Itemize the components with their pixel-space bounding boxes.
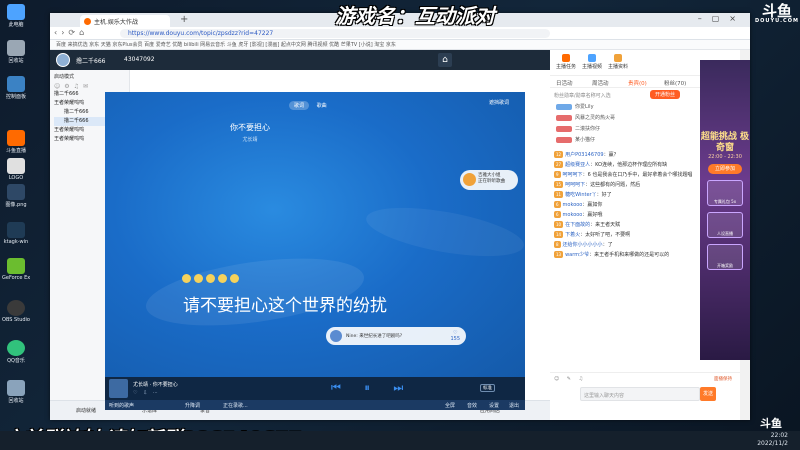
song-title: 你不要担心 <box>230 123 270 132</box>
promo-join-button[interactable]: 立即参加 <box>708 164 742 174</box>
like-button[interactable]: ♡ 155 <box>450 330 460 342</box>
settings-button[interactable]: 设置 <box>489 402 499 409</box>
promo-title: 超能挑战 极奇窗 <box>700 132 750 153</box>
header-item[interactable]: 主播视频 <box>582 54 602 70</box>
desktop-icon-image[interactable]: 图像.png <box>2 184 30 214</box>
current-lyric: 请不要担心这个世界的纷扰 <box>183 296 387 316</box>
comment-text: 来世纪长进了吧剧吗? <box>359 334 403 339</box>
open-fan-button[interactable]: 开通粉丝 <box>649 90 680 99</box>
quality-button[interactable]: 标准 <box>480 384 495 392</box>
desktop-icon-ktagk[interactable]: ktagk-win <box>2 222 30 252</box>
avatar[interactable] <box>56 53 70 67</box>
show-lyrics-toggle[interactable]: 听到的歌声 <box>109 402 134 409</box>
player-control-bar: 尤长靖 · 你不要担心 ♡ ⇩ ⋯ ⏮ ⏸ ⏭ 标准 <box>105 377 525 400</box>
fan-badge-icon <box>556 136 572 143</box>
desktop: 此电脑 回收站 控制面板 斗鱼直播 LOGO 图像.png ktagk-win … <box>0 0 800 450</box>
tab-vip[interactable]: 贵宾(0) <box>628 79 647 87</box>
tab-fans[interactable]: 粉丝(70) <box>664 79 686 87</box>
home-icon[interactable]: ⌂ <box>438 53 452 67</box>
countdown-dots <box>182 274 242 285</box>
promo-item[interactable]: 人设直播 <box>707 212 743 238</box>
fan-badge-icon <box>556 125 572 132</box>
desktop-icon-qq-music[interactable]: QQ音乐 <box>2 340 30 370</box>
chat-input-area: ☺ ✎ ♫ 面播保持 这里输入聊天内容 发送 <box>550 372 740 420</box>
url-input[interactable]: https://www.douyu.com/topic/zpsdzz?rid=4… <box>120 29 550 38</box>
browser-window: 主机.娱乐大作战 + –▢× ‹›⟳⌂ https://www.douyu.co… <box>50 13 750 420</box>
effects-button[interactable]: 音效 <box>467 402 477 409</box>
browser-tab-title: 主机.娱乐大作战 <box>94 19 138 26</box>
nav-buttons-icon[interactable]: ‹›⟳⌂ <box>54 28 88 37</box>
fan-badge-icon <box>556 114 572 121</box>
exit-button[interactable]: 退出 <box>509 402 519 409</box>
header-item[interactable]: 主播任务 <box>556 54 576 70</box>
douyu-page: 撸二千666 43047092 ⌂ 启动模式 ☺⚙♫✉ 撸二千666 王者荣耀呜… <box>50 50 750 420</box>
now-playing: 尤长靖 · 你不要担心 <box>133 382 178 388</box>
douyu-watermark: 斗鱼 <box>760 417 782 430</box>
game-title-overlay: 游戏名：互动派对 <box>335 4 495 28</box>
playback-controls[interactable]: ⏮ ⏸ ⏭ <box>331 381 413 395</box>
comment-user: Nine <box>346 334 357 339</box>
tab-weekly[interactable]: 周活动 <box>592 79 609 87</box>
fan-badge-icon <box>556 103 572 110</box>
chat-input[interactable]: 这里输入聊天内容 <box>580 387 700 401</box>
fullscreen-button[interactable]: 全屏 <box>445 402 455 409</box>
mode-label: 启动模式 <box>54 74 75 80</box>
tab-songs[interactable]: 歌曲 <box>312 101 332 110</box>
ready-status: 启动就绪 <box>76 408 97 414</box>
chat-tools-icon[interactable]: ☺ ✎ ♫ <box>550 373 740 385</box>
taskbar: 22:02 2022/11/2 <box>0 431 800 450</box>
avatar <box>330 330 342 342</box>
sidebar-tools-icon[interactable]: ☺⚙♫✉ <box>50 83 129 90</box>
desktop-icon-douyu[interactable]: 斗鱼直播 <box>2 130 30 160</box>
tab-lyrics[interactable]: 歌词 <box>289 101 310 110</box>
new-tab-icon[interactable]: + <box>180 14 188 25</box>
client-header: 撸二千666 43047092 ⌂ <box>50 50 550 70</box>
promo-time: 22:00 - 22:30 <box>708 154 742 160</box>
promo-item[interactable]: 开箱奖励 <box>707 244 743 270</box>
desktop-icon-recycle-bin-2[interactable]: 回收站 <box>2 380 30 410</box>
bookmarks-bar[interactable]: 百度 来搞优选 京东 天猫 京东Plus会员 百度 爱奇艺 优酷 bilibil… <box>50 40 750 50</box>
player-options-bar: 听到的歌声 升降调 正在录歌... 全屏 音效 设置 退出 <box>105 400 525 410</box>
game-promo-banner[interactable]: 超能挑战 极奇窗 22:00 - 22:30 立即参加 专属礼包 5x 人设直播… <box>700 60 750 360</box>
keep-label[interactable]: 面播保持 <box>714 376 732 382</box>
comment-card[interactable]: Nine: 来世纪长进了吧剧吗? ♡ 155 <box>326 327 466 345</box>
avatar <box>463 173 476 186</box>
desktop-icon-recycle-bin[interactable]: 回收站 <box>2 40 30 70</box>
whale-illustration <box>362 198 525 266</box>
song-artist: 尤长靖 <box>242 137 258 143</box>
desktop-icon-geforce[interactable]: GeForce Experience <box>2 258 30 288</box>
client-username: 撸二千666 <box>76 58 106 65</box>
header-item[interactable]: 主播资料 <box>608 54 628 70</box>
player-tabs: 歌词 歌曲 <box>289 100 332 110</box>
taskbar-clock[interactable]: 22:02 2022/11/2 <box>757 432 788 448</box>
recording-status: 正在录歌... <box>223 403 248 409</box>
desktop-icon-obs[interactable]: OBS Studio <box>2 300 30 330</box>
listener-card[interactable]: 吉雅大小姐 正在聆听歌曲 <box>460 170 518 190</box>
desktop-icon-this-pc[interactable]: 此电脑 <box>2 4 30 34</box>
douyu-favicon-icon <box>84 18 91 25</box>
song-actions-icon[interactable]: ♡ ⇩ ⋯ <box>133 390 160 396</box>
client-user-id: 43047092 <box>124 56 155 63</box>
pitch-button[interactable]: 升降调 <box>185 402 200 409</box>
window-controls[interactable]: –▢× <box>698 14 746 23</box>
douyu-watermark: 斗鱼 DOUYU.COM <box>755 2 799 24</box>
album-cover[interactable] <box>109 379 128 398</box>
hide-lyrics-button[interactable]: 遮挡歌词 <box>489 99 509 106</box>
promo-item[interactable]: 专属礼包 5x <box>707 180 743 206</box>
tab-daily[interactable]: 日活动 <box>556 79 573 87</box>
desktop-icon-control-panel[interactable]: 控制面板 <box>2 76 30 106</box>
send-button[interactable]: 发送 <box>700 387 716 401</box>
browser-tab[interactable]: 主机.娱乐大作战 <box>80 15 170 27</box>
